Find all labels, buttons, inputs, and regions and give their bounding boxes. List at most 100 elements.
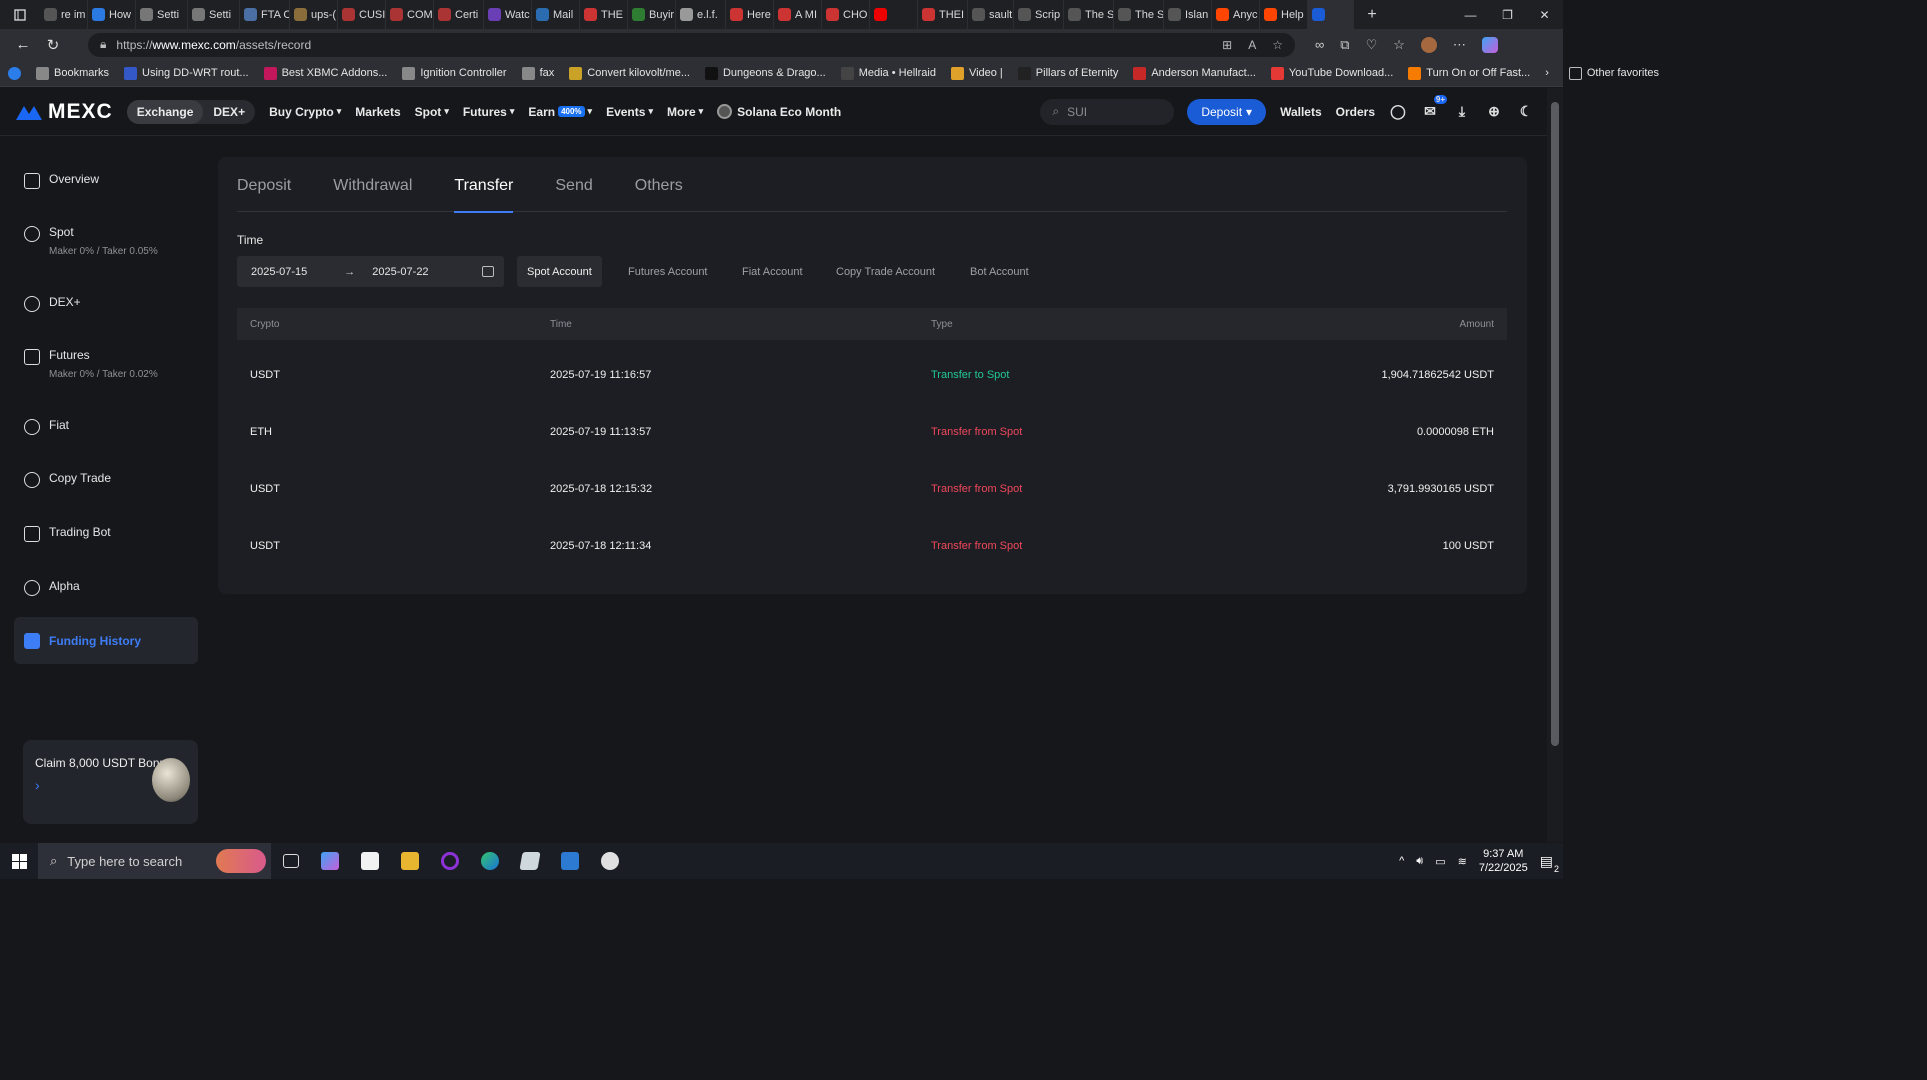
nav-menu-futures[interactable]: Futures ▾ — [463, 105, 515, 119]
close-window-button[interactable]: ✕ — [1526, 0, 1563, 29]
browser-tab[interactable]: Watc — [484, 0, 532, 29]
circle-app-icon[interactable] — [441, 852, 459, 870]
bookmark-item[interactable]: Media • Hellraid — [840, 66, 936, 80]
file-explorer-icon[interactable] — [401, 852, 419, 870]
notification-center-icon[interactable]: ▤ 2 — [1540, 853, 1559, 874]
browser-essentials-icon[interactable]: ♡ — [1366, 37, 1378, 53]
bookmark-item[interactable]: Convert kilovolt/me... — [569, 66, 690, 80]
restore-button[interactable]: ❐ — [1489, 0, 1526, 29]
browser-tab[interactable]: COM — [386, 0, 434, 29]
notifications-icon[interactable]: ✉ 9+ — [1421, 94, 1447, 121]
wifi-icon[interactable]: ≋ — [1458, 855, 1467, 868]
refresh-icon[interactable]: ↻ — [38, 36, 68, 54]
dex-toggle[interactable]: DEX+ — [203, 100, 255, 124]
minimize-button[interactable]: — — [1452, 0, 1489, 29]
windows-start-icon[interactable] — [0, 853, 38, 869]
sidebar-item-dex[interactable]: DEX+ — [14, 295, 198, 312]
copilot-app-icon[interactable] — [321, 852, 339, 870]
bookmark-item[interactable]: Bookmarks — [36, 66, 109, 80]
battery-icon[interactable]: ▭ — [1435, 855, 1445, 868]
notepad-app-icon[interactable] — [361, 852, 379, 870]
date-range-picker[interactable]: 2025-07-15 → 2025-07-22 — [237, 256, 504, 287]
paint-app-icon[interactable] — [601, 852, 619, 870]
bookmark-item[interactable]: Best XBMC Addons... — [263, 66, 387, 80]
sidebar-item-alpha[interactable]: Alpha — [14, 579, 198, 596]
bookmark-item[interactable]: Turn On or Off Fast... — [1408, 66, 1530, 80]
browser-tab[interactable]: Setti — [188, 0, 240, 29]
browser-tab[interactable]: A MI — [774, 0, 822, 29]
browser-tab[interactable]: How — [88, 0, 136, 29]
notes-app-icon[interactable] — [519, 852, 541, 870]
profile-avatar[interactable] — [1420, 36, 1437, 53]
date-from[interactable]: 2025-07-15 — [251, 266, 307, 278]
sidebar-item-spot[interactable]: Spot Maker 0% / Taker 0.05% — [14, 225, 198, 257]
browser-tab[interactable]: ups-( — [290, 0, 338, 29]
volume-icon[interactable]: 🔊︎ — [1416, 855, 1423, 868]
tab-withdrawal[interactable]: Withdrawal — [333, 177, 412, 212]
browser-tab[interactable]: FTA C — [240, 0, 290, 29]
bookmark-item[interactable]: Ignition Controller — [402, 66, 507, 80]
bookmark-item[interactable]: Pillars of Eternity — [1017, 66, 1118, 80]
nav-menu-earn[interactable]: Earn 400% ▾ — [528, 105, 592, 119]
browser-tab[interactable]: Certi — [434, 0, 484, 29]
more-menu-icon[interactable]: ⋯ — [1453, 37, 1466, 53]
browser-tab[interactable]: CUSI — [338, 0, 386, 29]
bookmark-item[interactable]: fax — [521, 66, 554, 80]
nav-menu-markets[interactable]: Markets — [355, 105, 400, 119]
browser-tab[interactable]: The S — [1064, 0, 1114, 29]
bookmark-item[interactable]: Video | — [950, 66, 1003, 80]
tab-deposit[interactable]: Deposit — [237, 177, 291, 212]
account-filter-copy-trade-account[interactable]: Copy Trade Account — [826, 256, 945, 287]
bonus-promo-card[interactable]: Claim 8,000 USDT Bonus › — [23, 740, 198, 824]
wallets-link[interactable]: Wallets — [1280, 105, 1322, 119]
exchange-toggle[interactable]: Exchange — [126, 99, 204, 124]
account-filter-fiat-account[interactable]: Fiat Account — [732, 256, 813, 287]
copilot-icon[interactable] — [1481, 36, 1498, 53]
search-input[interactable]: ⌕ SUI — [1040, 98, 1175, 125]
account-filter-futures-account[interactable]: Futures Account — [618, 256, 718, 287]
account-filter-bot-account[interactable]: Bot Account — [960, 256, 1039, 287]
tab-transfer[interactable]: Transfer — [454, 177, 513, 213]
document-app-icon[interactable] — [561, 852, 579, 870]
read-aloud-icon[interactable]: A — [1248, 38, 1256, 52]
date-to[interactable]: 2025-07-22 — [372, 266, 428, 278]
browser-tab[interactable]: sault — [968, 0, 1014, 29]
bookmark-app-icon[interactable] — [8, 66, 21, 80]
tab-send[interactable]: Send — [555, 177, 592, 212]
solana-eco-month-link[interactable]: Solana Eco Month — [717, 104, 841, 119]
bookmark-item[interactable]: Dungeons & Drago... — [704, 66, 826, 80]
browser-tab[interactable]: Buyir — [628, 0, 676, 29]
browser-tab[interactable]: Setti — [136, 0, 188, 29]
sidebar-item-copy-trade[interactable]: Copy Trade — [14, 471, 198, 488]
browser-tab[interactable]: Help — [1260, 0, 1308, 29]
mexc-logo[interactable]: MEXC — [16, 100, 113, 124]
bookmark-item[interactable]: Anderson Manufact... — [1133, 66, 1256, 80]
browser-tab[interactable]: THEI — [918, 0, 968, 29]
bookmark-item[interactable]: YouTube Download... — [1270, 66, 1393, 80]
bookmarks-overflow-icon[interactable]: › — [1545, 67, 1549, 79]
download-icon[interactable]: ⤓ — [1453, 103, 1471, 121]
edge-browser-icon[interactable] — [481, 852, 499, 870]
sidebar-item-trading-bot[interactable]: Trading Bot — [14, 525, 198, 542]
sidebar-item-futures[interactable]: Futures Maker 0% / Taker 0.02% — [14, 348, 198, 380]
browser-tab[interactable]: e.l.f. — [676, 0, 726, 29]
browser-tab[interactable]: CHO — [822, 0, 870, 29]
other-favorites[interactable]: Other favorites — [1568, 66, 1659, 80]
nav-menu-buy-crypto[interactable]: Buy Crypto ▾ — [269, 105, 341, 119]
favorite-star-icon[interactable]: ☆ — [1272, 38, 1283, 52]
sidebar-item-overview[interactable]: Overview — [14, 172, 198, 189]
account-icon[interactable]: ◯ — [1389, 103, 1407, 121]
bookmark-item[interactable]: Using DD-WRT rout... — [124, 66, 249, 80]
browser-tab[interactable] — [1308, 0, 1354, 29]
new-tab-button[interactable]: + — [1354, 6, 1390, 24]
taskbar-search-input[interactable]: ⌕ Type here to search — [38, 843, 271, 879]
browser-tab[interactable]: Anyc — [1212, 0, 1260, 29]
deposit-button[interactable]: Deposit ▾ — [1187, 98, 1267, 125]
system-clock[interactable]: 9:37 AM 7/22/2025 — [1479, 847, 1528, 875]
calendar-icon[interactable] — [482, 266, 494, 277]
browser-tab[interactable]: The S — [1114, 0, 1164, 29]
browser-tab[interactable]: Islan — [1164, 0, 1212, 29]
browser-tab[interactable]: Scrip — [1014, 0, 1064, 29]
url-field[interactable]: 🔒︎ https://www.mexc.com/assets/record ⊞ … — [88, 32, 1295, 57]
browser-tab[interactable]: re im — [40, 0, 88, 29]
